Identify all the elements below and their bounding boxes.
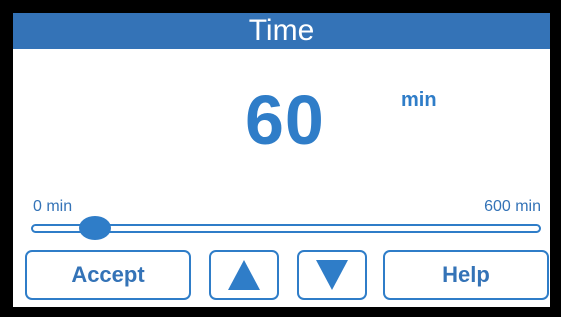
time-unit: min (401, 89, 437, 111)
time-value: 60 (245, 81, 325, 159)
time-slider-thumb[interactable] (79, 216, 111, 240)
slider-min-label: 0 min (33, 198, 73, 215)
accept-button[interactable]: Accept (25, 250, 191, 300)
help-button[interactable]: Help (383, 250, 549, 300)
slider-max-label: 600 min (484, 198, 541, 215)
increase-button[interactable] (209, 250, 279, 300)
down-arrow-icon (316, 260, 348, 290)
page-title: Time (248, 14, 315, 47)
title-bar: Time (13, 13, 550, 49)
up-arrow-icon (228, 260, 260, 290)
time-settings-screen: Time 60 min 0 min 600 min Accept Help (13, 13, 550, 307)
decrease-button[interactable] (297, 250, 367, 300)
